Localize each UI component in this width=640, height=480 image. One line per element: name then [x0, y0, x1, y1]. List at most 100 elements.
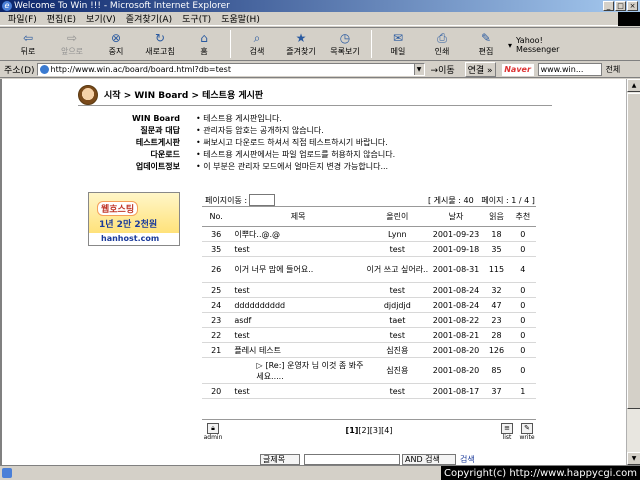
- favorites-button[interactable]: ★ 즐겨찾기: [279, 28, 323, 57]
- links-button[interactable]: 연결 »: [464, 62, 496, 77]
- edit-label: 편집: [478, 47, 494, 56]
- cell-subject[interactable]: test: [230, 282, 366, 298]
- cell-subject[interactable]: test: [230, 241, 366, 257]
- info-key[interactable]: 테스트게시판: [132, 137, 180, 149]
- mail-button[interactable]: ✉ 메일: [376, 28, 420, 57]
- cell-date: 2001-08-21: [428, 327, 484, 343]
- col-subject: 제목: [230, 206, 366, 227]
- info-value: 관리자등 암호는 공개하지 않습니다.: [196, 125, 324, 137]
- page-link-1[interactable]: [1]: [346, 426, 359, 435]
- page-link-2[interactable]: [2]: [358, 426, 369, 435]
- maximize-button[interactable]: □: [615, 1, 626, 11]
- table-row: 20 test test 2001-08-17 37 1: [202, 383, 536, 399]
- menu-tools[interactable]: 도구(T): [182, 12, 211, 25]
- address-input[interactable]: http://www.win.ac/board/board.html?db=te…: [36, 63, 425, 76]
- col-votes: 추천: [509, 206, 536, 227]
- menu-file[interactable]: 파일(F): [8, 12, 37, 25]
- cell-author[interactable]: 심진용: [365, 342, 429, 358]
- board-info: WIN Board 테스트용 게시판입니다. 질문과 대답 관리자등 암호는 공…: [132, 113, 452, 173]
- menu-view[interactable]: 보기(V): [86, 12, 116, 25]
- search-field-select[interactable]: 글제목: [260, 454, 300, 465]
- menu-edit[interactable]: 편집(E): [47, 12, 76, 25]
- cell-subject[interactable]: dddddddddd: [230, 297, 366, 313]
- search-submit-button[interactable]: 검색: [460, 454, 475, 465]
- search-label: 검색: [249, 47, 265, 56]
- cell-no: 20: [202, 383, 231, 399]
- table-row: 22 test test 2001-08-21 28 0: [202, 327, 536, 343]
- toolbar-separator: [230, 30, 231, 58]
- menu-favorites[interactable]: 즐겨찾기(A): [126, 12, 172, 25]
- address-dropdown-icon[interactable]: ▼: [413, 64, 424, 75]
- cell-votes: 0: [509, 226, 536, 242]
- close-button[interactable]: ×: [627, 1, 638, 11]
- cell-subject[interactable]: ▷ [Re:] 운영자 님 이것 좀 봐주세요.....: [230, 357, 366, 384]
- info-key[interactable]: 질문과 대답: [132, 125, 180, 137]
- forward-button[interactable]: ⇨ 앞으로: [50, 28, 94, 57]
- cell-subject[interactable]: 플레시 테스트: [230, 342, 366, 358]
- menu-help[interactable]: 도움말(H): [221, 12, 260, 25]
- cell-author[interactable]: 이거 쓰고 싶어라..: [365, 256, 429, 283]
- cell-reads: 18: [483, 226, 510, 242]
- cell-votes: 0: [509, 327, 536, 343]
- address-bar: 주소(D) http://www.win.ac/board/board.html…: [0, 62, 640, 78]
- post-count: [ 게시물 : 40 페이지 : 1 / 4 ]: [428, 195, 535, 206]
- cell-subject[interactable]: 이뿌다..@.@: [230, 226, 366, 242]
- cell-author[interactable]: djdjdjd: [365, 297, 429, 313]
- cell-subject[interactable]: test: [230, 327, 366, 343]
- page-link-3[interactable]: [3]: [370, 426, 381, 435]
- edit-icon: ✎: [480, 31, 492, 45]
- page-move-input[interactable]: [249, 194, 276, 206]
- cell-reads: 23: [483, 312, 510, 328]
- title-bar: e Welcome To Win !!! - Microsoft Interne…: [0, 0, 640, 12]
- edit-button[interactable]: ✎ 편집: [464, 28, 508, 57]
- cell-author[interactable]: test: [365, 282, 429, 298]
- cell-author[interactable]: test: [365, 241, 429, 257]
- history-button[interactable]: ◷ 목록보기: [323, 28, 367, 57]
- naver-search-input[interactable]: www.win...: [537, 63, 602, 76]
- print-button[interactable]: ⎙ 인쇄: [420, 28, 464, 57]
- vertical-scrollbar[interactable]: ▲ ▼: [626, 79, 640, 465]
- page-viewport: 시작 > WIN Board > 테스트용 게시판 WIN Board 테스트용…: [0, 79, 626, 465]
- list-button[interactable]: ≡ list: [498, 423, 516, 441]
- info-key[interactable]: WIN Board: [132, 113, 180, 125]
- search-button[interactable]: ⌕ 검색: [235, 28, 279, 57]
- naver-search-all[interactable]: 전체: [606, 64, 621, 75]
- mail-icon: ✉: [392, 31, 404, 45]
- go-button[interactable]: →이동: [431, 63, 455, 76]
- page-link-4[interactable]: [4]: [381, 426, 392, 435]
- cell-author[interactable]: test: [365, 383, 429, 399]
- scroll-down-icon[interactable]: ▼: [627, 452, 640, 465]
- back-button[interactable]: ⇦ 뒤로: [6, 28, 50, 57]
- cell-subject[interactable]: test: [230, 383, 366, 399]
- messenger-label-line1: Yahoo!: [516, 36, 543, 45]
- messenger-button[interactable]: ▾ Yahoo! Messenger: [508, 28, 580, 54]
- back-label: 뒤로: [20, 47, 36, 56]
- history-icon: ◷: [339, 31, 351, 45]
- info-key[interactable]: 업데이트정보: [132, 161, 180, 173]
- col-no: No.: [202, 206, 231, 227]
- naver-logo[interactable]: Naver: [501, 63, 534, 76]
- cell-author[interactable]: test: [365, 327, 429, 343]
- home-button[interactable]: ⌂ 홈: [182, 28, 226, 57]
- cell-subject[interactable]: asdf: [230, 312, 366, 328]
- refresh-label: 새로고침: [145, 47, 175, 56]
- toolbar-separator: [371, 30, 372, 58]
- cell-author[interactable]: Lynn: [365, 226, 429, 242]
- cell-author[interactable]: 심진용: [365, 357, 429, 384]
- stop-button[interactable]: ⊗ 중지: [94, 28, 138, 57]
- hosting-banner[interactable]: 웹호스팅 1년 2만 2천원 hanhost.com: [88, 192, 180, 246]
- search-input[interactable]: [304, 454, 400, 465]
- cell-subject[interactable]: 이거 너무 맘에 들어요..: [230, 256, 366, 283]
- info-key[interactable]: 다운로드: [132, 149, 180, 161]
- refresh-button[interactable]: ↻ 새로고침: [138, 28, 182, 57]
- list-label: list: [502, 434, 512, 441]
- scroll-thumb[interactable]: [627, 93, 640, 409]
- cell-no: [202, 357, 231, 384]
- table-row: 24 dddddddddd djdjdjd 2001-08-24 47 0: [202, 297, 536, 313]
- cell-author[interactable]: taet: [365, 312, 429, 328]
- search-mode-select[interactable]: AND 검색: [402, 454, 456, 465]
- info-value: 테스트용 게시판입니다.: [196, 113, 282, 125]
- minimize-button[interactable]: _: [603, 1, 614, 11]
- scroll-up-icon[interactable]: ▲: [627, 79, 640, 92]
- write-button[interactable]: ✎ write: [518, 423, 536, 441]
